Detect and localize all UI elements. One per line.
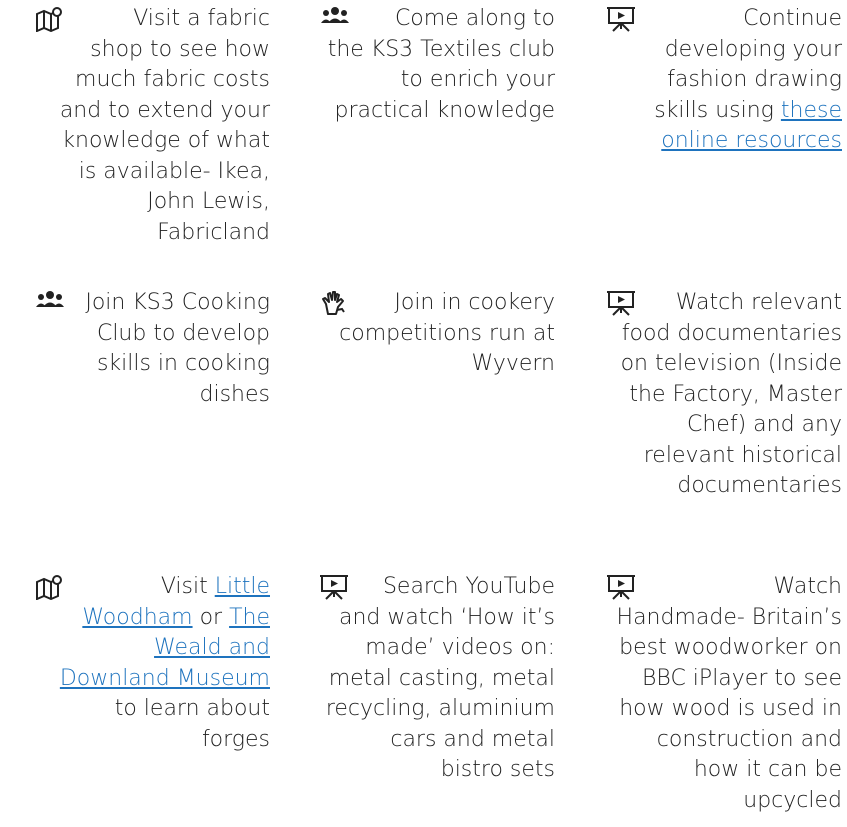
cell-line: skills in cooking xyxy=(96,351,270,376)
cell-line: Watch relevant xyxy=(675,290,842,315)
cell-text: or xyxy=(199,604,223,630)
activity-youtube-videos: Search YouTube and watch ‘How it’s made’… xyxy=(320,572,555,786)
cell-line: the Factory, Master xyxy=(629,381,842,407)
presentation-icon xyxy=(607,7,635,32)
map-icon xyxy=(36,575,62,600)
cell-line-with-link: skills using these xyxy=(607,96,842,127)
these-link[interactable]: these xyxy=(781,98,842,123)
cell-line: on television (Inside xyxy=(620,351,842,376)
cell-line: and to extend your xyxy=(59,97,270,123)
cell-line-with-link: Woodham or The xyxy=(35,603,270,634)
presentation-icon xyxy=(607,575,635,600)
cell-line: food documentaries xyxy=(621,320,842,346)
cell-line: fashion drawing xyxy=(667,67,842,92)
presentation-icon xyxy=(607,291,635,316)
cell-line: Fabricland xyxy=(157,219,270,245)
activity-food-documentaries: Watch relevant food documentaries on tel… xyxy=(607,288,842,502)
cell-line: upcycled xyxy=(743,787,842,813)
cell-line: to learn about xyxy=(114,696,270,721)
cell-line: how wood is used in xyxy=(619,696,842,721)
cell-line: forges xyxy=(201,726,270,752)
cell-line: relevant historical xyxy=(643,442,842,468)
cell-line: developing your xyxy=(664,36,842,62)
cell-text: skills using xyxy=(654,97,774,123)
activity-handmade-iplayer: Watch Handmade- Britain’s best woodworke… xyxy=(607,572,842,816)
cell-line: Join KS3 Cooking xyxy=(85,290,270,315)
cell-line: Join in cookery xyxy=(394,290,555,315)
cell-line: metal casting, metal xyxy=(328,665,555,691)
cell-line: bistro sets xyxy=(440,757,555,782)
cell-line: documentaries xyxy=(677,473,842,498)
weald-downland-link[interactable]: The xyxy=(229,605,270,630)
cell-line: Search YouTube xyxy=(382,574,555,599)
cell-line: is available- Ikea, xyxy=(78,158,270,184)
cell-line: BBC iPlayer to see xyxy=(642,665,842,691)
cell-line: Handmade- Britain’s xyxy=(616,604,842,630)
weald-downland-link-cont[interactable]: Weald and xyxy=(154,635,270,660)
cell-line: much fabric costs xyxy=(75,67,270,92)
cell-line: the KS3 Textiles club xyxy=(327,36,555,62)
cell-line: and watch ‘How it’s xyxy=(338,604,555,630)
activity-museum-visit: Visit Little Woodham or The Weald and Do… xyxy=(35,572,270,755)
group-icon xyxy=(36,291,64,307)
online-resources-link[interactable]: online resources xyxy=(661,128,842,153)
cell-line: John Lewis, xyxy=(147,189,270,214)
little-woodham-link-cont[interactable]: Woodham xyxy=(82,605,192,630)
sign-language-icon xyxy=(322,291,345,315)
map-icon xyxy=(36,7,62,32)
activity-fabric-shop: Visit a fabric shop to see how much fabr… xyxy=(35,4,270,248)
cell-line: Watch xyxy=(773,574,843,599)
cell-line: Visit a fabric xyxy=(133,6,270,31)
cell-text: Visit xyxy=(160,574,208,599)
cell-line: best woodworker on xyxy=(619,635,842,660)
cell-line: Continue xyxy=(743,6,842,31)
activity-cookery-competitions: Join in cookery competitions run at Wyve… xyxy=(320,288,555,380)
cell-line-with-link: Visit Little xyxy=(35,572,270,603)
presentation-icon xyxy=(320,575,348,600)
cell-line-link: Downland Museum xyxy=(35,664,270,695)
cell-line: construction and xyxy=(656,726,842,752)
cell-line: cars and metal xyxy=(390,726,555,752)
cell-line: competitions run at xyxy=(339,320,555,346)
group-icon xyxy=(321,7,349,23)
activity-textiles-club: Come along to the KS3 Textiles club to e… xyxy=(320,4,555,126)
activity-fashion-drawing: Continue developing your fashion drawing… xyxy=(607,4,842,157)
cell-line: Club to develop xyxy=(96,320,270,346)
cell-line: recycling, aluminium xyxy=(325,696,555,721)
cell-line: Come along to xyxy=(394,6,555,31)
cell-line: shop to see how xyxy=(90,36,270,62)
cell-line: how it can be xyxy=(693,757,842,782)
cell-line: practical knowledge xyxy=(334,97,556,123)
cell-line-link: online resources xyxy=(607,126,842,157)
weald-downland-link-cont[interactable]: Downland Museum xyxy=(60,666,270,691)
cell-line: Chef) and any xyxy=(687,412,842,437)
cell-line: Wyvern xyxy=(471,351,555,376)
little-woodham-link[interactable]: Little xyxy=(215,574,270,599)
cell-line: dishes xyxy=(199,381,270,407)
cell-line: made’ videos on: xyxy=(365,635,555,660)
cell-line: knowledge of what xyxy=(62,128,270,153)
cell-line-link: Weald and xyxy=(35,633,270,664)
activity-cooking-club: Join KS3 Cooking Club to develop skills … xyxy=(35,288,270,410)
cell-line: to enrich your xyxy=(400,67,555,92)
